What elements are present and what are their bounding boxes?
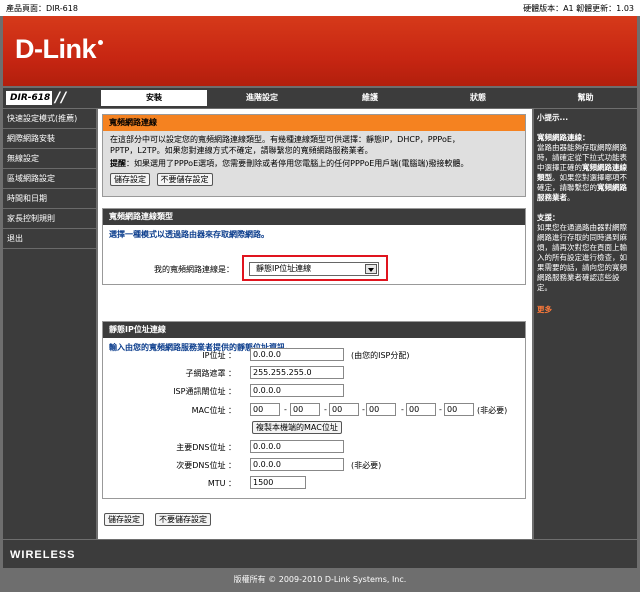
- main-content: 寬頻網路連線 在這部分中可以設定您的寬頻網路連線類型。有幾種連線類型可供選擇：靜…: [98, 109, 532, 539]
- top-bar: 產品頁面：DIR-618 硬體版本：A1 韌體更新：1.03: [0, 0, 640, 16]
- dns1-label: 主要DNS位址 ：: [176, 443, 236, 452]
- wireless-logo: WIRELESS: [10, 549, 76, 561]
- gateway-input[interactable]: 0.0.0.0: [250, 384, 344, 397]
- nav-bar: DIR-618 // 安裝 進階設定 維護 狀態 幫助: [3, 88, 637, 108]
- tip-text: ：如果選用了PPPoE選項，您需要刪除或者停用您電腦上的任何PPPoE用戶端(電…: [126, 159, 469, 168]
- mac-sep: -: [439, 405, 442, 414]
- help-title: 小提示...: [537, 113, 569, 122]
- sidebar: 快速設定模式(推薦) 網際網路安裝 無線設定 區域網路設定 時間和日期 家長控制…: [3, 109, 96, 539]
- sidebar-item-parental[interactable]: 家長控制規則: [3, 209, 96, 229]
- subnet-mask-input[interactable]: 255.255.255.0: [250, 366, 344, 379]
- mac-sep: -: [362, 405, 365, 414]
- dns2-label: 次要DNS位址 ：: [176, 461, 236, 470]
- sidebar-item-quick-setup[interactable]: 快速設定模式(推薦): [3, 109, 96, 129]
- mac-octet-2[interactable]: 00: [290, 403, 320, 416]
- nav-decoration: //: [55, 90, 68, 106]
- intro-text-1: 在這部分中可以設定您的寬頻網路連線類型。有幾種連線類型可供選擇：靜態IP，DHC…: [110, 135, 460, 144]
- bottom-save-button[interactable]: 儲存設定: [104, 513, 144, 526]
- connection-type-label: 我的寬頻網路連線是：: [154, 265, 234, 274]
- connection-type-select[interactable]: 靜態IP位址連線: [249, 262, 379, 276]
- section-title: 寬頻網路連線: [103, 115, 525, 131]
- section-title: 靜態IP位址連線: [103, 322, 525, 338]
- mac-octet-1[interactable]: 00: [250, 403, 280, 416]
- ip-address-input[interactable]: 0.0.0.0: [250, 348, 344, 361]
- ip-note: (由您的ISP分配): [351, 351, 410, 360]
- dont-save-button[interactable]: 不要儲存設定: [156, 173, 213, 186]
- help-support-text: 如果您在通過路由器對網際網路進行存取的同時遇到麻煩，請再次對您在頁面上輸入的所有…: [537, 223, 627, 292]
- dlink-logo: D-Link: [15, 34, 103, 65]
- sidebar-item-internet[interactable]: 網際網路安裝: [3, 129, 96, 149]
- section-title: 寬頻網路連線類型: [103, 209, 525, 225]
- save-settings-button[interactable]: 儲存設定: [110, 173, 150, 186]
- version-label: 硬體版本：A1 韌體更新：1.03: [523, 4, 634, 13]
- tab-help[interactable]: 幫助: [534, 90, 637, 106]
- connection-type-prompt: 選擇一種模式以透過路由器來存取網際網路。: [109, 230, 269, 239]
- tab-status[interactable]: 狀態: [425, 90, 531, 106]
- mac-note: (非必要): [477, 406, 508, 415]
- help-more-link[interactable]: 更多: [537, 305, 634, 315]
- sidebar-item-lan[interactable]: 區域網路設定: [3, 169, 96, 189]
- intro-text-2: PPTP，L2TP。如果您對連線方式不確定，請聯繫您的寬頻網路服務業者。: [110, 146, 373, 155]
- mac-sep: -: [284, 405, 287, 414]
- gateway-label: ISP通訊閘位址 ：: [173, 387, 236, 396]
- chevron-down-icon[interactable]: [365, 264, 377, 274]
- tab-maintenance[interactable]: 維護: [317, 90, 423, 106]
- ip-label: IP位址 ：: [202, 351, 236, 360]
- help-panel: 小提示... 寬頻網路連線： 當路由器能夠存取網際網路時，請確定從下拉式功能表中…: [534, 109, 637, 539]
- product-page-label: 產品頁面：DIR-618: [6, 4, 78, 13]
- mac-octet-4[interactable]: 00: [366, 403, 396, 416]
- mac-sep: -: [401, 405, 404, 414]
- footer-copyright: 版權所有 © 2009-2010 D-Link Systems, Inc.: [233, 575, 407, 584]
- internet-connection-section: 寬頻網路連線 在這部分中可以設定您的寬頻網路連線類型。有幾種連線類型可供選擇：靜…: [102, 114, 526, 197]
- mac-octet-3[interactable]: 00: [329, 403, 359, 416]
- mac-octet-5[interactable]: 00: [406, 403, 436, 416]
- dns2-note: (非必要): [351, 461, 382, 470]
- sidebar-item-wireless[interactable]: 無線設定: [3, 149, 96, 169]
- help-heading-connection: 寬頻網路連線：: [537, 133, 590, 142]
- sidebar-item-logout[interactable]: 退出: [3, 229, 96, 249]
- tab-advanced[interactable]: 進階設定: [209, 90, 315, 106]
- mtu-label: MTU ：: [207, 479, 236, 488]
- primary-dns-input[interactable]: 0.0.0.0: [250, 440, 344, 453]
- help-heading-support: 支援：: [537, 213, 560, 222]
- mac-label: MAC位址 ：: [191, 406, 236, 415]
- bottom-dont-save-button[interactable]: 不要儲存設定: [155, 513, 211, 526]
- clone-mac-button[interactable]: 複製本機端的MAC位址: [252, 421, 342, 434]
- tip-label: 提醒: [110, 159, 126, 168]
- header-banner: D-Link: [3, 16, 637, 86]
- mac-sep: -: [324, 405, 327, 414]
- wireless-bar: [3, 540, 637, 568]
- mac-octet-6[interactable]: 00: [444, 403, 474, 416]
- mtu-input[interactable]: 1500: [250, 476, 306, 489]
- model-badge: DIR-618: [6, 91, 52, 105]
- subnet-label: 子網路遮罩 ：: [185, 369, 236, 378]
- secondary-dns-input[interactable]: 0.0.0.0: [250, 458, 344, 471]
- sidebar-item-time[interactable]: 時間和日期: [3, 189, 96, 209]
- tab-setup[interactable]: 安裝: [101, 90, 207, 106]
